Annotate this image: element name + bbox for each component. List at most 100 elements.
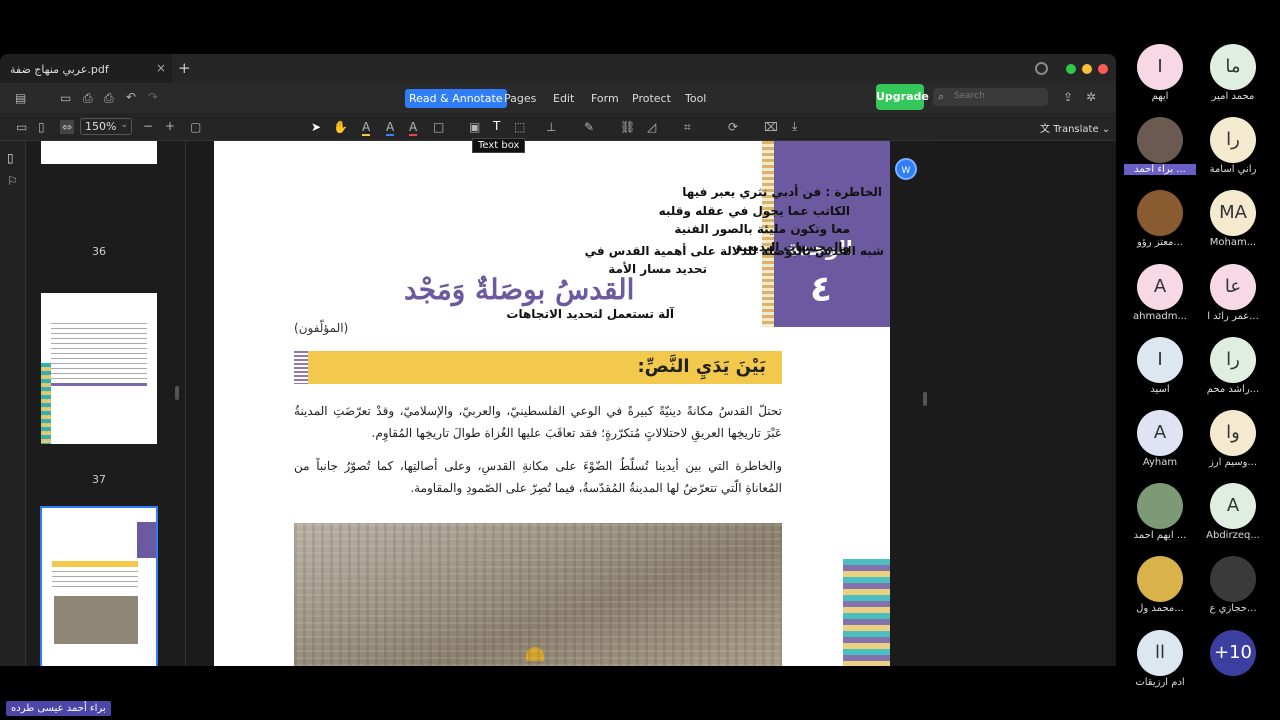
menu-form[interactable]: Form (587, 89, 623, 108)
section-banner: بَيْنَ يَدَيِ النَّصِّ: (308, 351, 782, 384)
participant-tile[interactable]: ايهم احمد ... (1124, 483, 1196, 555)
participant-name: Ayham (1142, 457, 1178, 468)
zoom-in-icon[interactable]: + (165, 119, 175, 133)
participant-tile[interactable]: +10 (1197, 629, 1269, 702)
stamp-icon[interactable]: ⊥ (546, 120, 556, 134)
print-setup-icon[interactable]: ⎙ (104, 91, 114, 105)
note-line-1: الخاطرة : فن أدبي نثري يعبر فيها (682, 185, 882, 199)
area-icon[interactable]: ⬚ (514, 120, 525, 134)
participant-tile[interactable]: عا عمر رائد ا... (1197, 263, 1269, 336)
search-input[interactable]: ⌕ Search (933, 88, 1048, 106)
close-tab-icon[interactable]: × (156, 61, 166, 75)
intro-paragraph-1: تحتلّ القدسُ مكانةً دينيّةً كبيرةً في ال… (294, 404, 782, 440)
participant-tile[interactable]: براء أحمد ... (1124, 117, 1196, 189)
jerusalem-photo (294, 523, 782, 666)
two-page-icon[interactable]: ▯ (38, 120, 45, 134)
single-page-icon[interactable]: ▭ (16, 120, 27, 134)
avatar: MA (1210, 190, 1256, 237)
pdf-app-window: عربي منهاج ضفة.pdf × + ▤ ▭ ⎙ ⎙ ↶ ↷ Read … (0, 54, 1116, 666)
thumbnail-scrollbar[interactable] (175, 386, 179, 400)
thumbnail-page-37[interactable] (41, 293, 157, 444)
link-icon[interactable]: ⛓ (620, 120, 635, 134)
measure-icon[interactable]: ◿ (647, 120, 656, 134)
participant-name: عمر رائد ا... (1207, 310, 1259, 322)
sidebar-toggle-icon[interactable]: ▤ (15, 91, 26, 105)
image-icon[interactable]: ▣ (469, 120, 480, 134)
text-box-icon[interactable]: T (493, 119, 500, 133)
thumbnails-icon[interactable]: ▯ (7, 151, 14, 165)
pdf-page: الوحدة ٤ الخاطرة : فن أدبي نثري يعبر فيه… (214, 141, 890, 666)
sync-icon[interactable] (1035, 62, 1048, 75)
text-box-tooltip: Text box (472, 138, 526, 153)
new-tab-button[interactable]: + (178, 59, 191, 77)
chevron-down-icon: ⌄ (120, 120, 128, 130)
menu-edit[interactable]: Edit (549, 89, 578, 108)
settings-icon[interactable]: ✲ (1086, 90, 1096, 104)
participant-tile[interactable]: A Abdirzeq... (1197, 483, 1269, 555)
highlight-icon[interactable]: A (362, 120, 371, 136)
participant-name: ايهم (1151, 91, 1169, 102)
close-window-button[interactable] (1098, 64, 1108, 74)
menu-protect[interactable]: Protect (628, 89, 675, 108)
download-icon[interactable]: ⤓ (792, 119, 797, 133)
participant-name: راني اسامة (1209, 164, 1257, 176)
menu-pages[interactable]: Pages (500, 89, 540, 108)
crop-icon[interactable]: ⌧ (764, 120, 778, 134)
participant-tile[interactable]: وا وسيم ارز... (1197, 410, 1269, 482)
thumbnail-page-36[interactable] (41, 141, 157, 164)
banner-pattern (294, 351, 308, 384)
participant-tile[interactable]: Aahmadm... (1124, 263, 1196, 336)
note-line-3: معا وتكون مليئة بالصور الفنية (674, 222, 850, 236)
select-cursor-icon[interactable]: ➤ (311, 120, 321, 134)
menu-read-annotate[interactable]: Read & Annotate (405, 89, 507, 108)
participant-tile[interactable]: حجازي ع... (1197, 556, 1269, 628)
participant-name: وسيم ارز... (1208, 457, 1258, 468)
thumbnail-page-38[interactable] (40, 506, 158, 666)
participant-tile[interactable]: را راشد محم... (1197, 336, 1269, 409)
avatar: را (1210, 336, 1256, 383)
participant-tile[interactable]: ما محمد امير (1197, 44, 1269, 116)
zoom-window-button[interactable] (1066, 64, 1076, 74)
undo-icon[interactable]: ↶ (126, 90, 136, 104)
redo-icon[interactable]: ↷ (148, 90, 158, 104)
document-tab[interactable]: عربي منهاج ضفة.pdf × (0, 54, 172, 83)
participant-tile[interactable]: معتز رؤو... (1124, 190, 1196, 262)
open-folder-icon[interactable]: ▭ (60, 91, 71, 105)
banner-heading: بَيْنَ يَدَيِ النَّصِّ: (637, 356, 766, 377)
shape-icon[interactable]: □ (433, 120, 444, 134)
translate-button[interactable]: 文 Translate ⌄ (1040, 120, 1110, 135)
zoom-out-icon[interactable]: − (143, 119, 153, 133)
signature-icon[interactable]: ✎ (584, 120, 594, 134)
participant-tile[interactable]: I اسيد (1124, 336, 1196, 409)
participant-tile[interactable]: محمد ول... (1124, 556, 1196, 628)
participant-tile[interactable]: را راني اسامة (1197, 117, 1269, 189)
participant-name: Moham... (1209, 237, 1257, 249)
main-toolbar: ▤ ▭ ⎙ ⎙ ↶ ↷ Read & Annotate Pages Edit F… (0, 83, 1116, 113)
menu-tool[interactable]: Tool (681, 89, 710, 108)
avatar: A (1137, 410, 1183, 456)
rotate-icon[interactable]: ⟳ (728, 120, 738, 134)
participant-tile[interactable]: A Ayham (1124, 410, 1196, 482)
participant-tile[interactable]: MA Moham... (1197, 190, 1269, 262)
participant-tile[interactable]: اا ادم ارزيقات (1124, 629, 1196, 702)
document-scrollbar[interactable] (923, 392, 927, 406)
minimize-window-button[interactable] (1082, 64, 1092, 74)
upgrade-button[interactable]: Upgrade (876, 84, 929, 110)
avatar: +10 (1210, 629, 1256, 676)
note-line-5: شبه القدس بالبوصلة للدلالة على أهمية الق… (584, 244, 884, 258)
share-icon[interactable]: ⇪ (1063, 90, 1073, 104)
zoom-select[interactable]: 150% ⌄ (80, 118, 132, 135)
print-icon[interactable]: ⎙ (83, 91, 93, 105)
avatar: ما (1210, 44, 1256, 90)
scan-icon[interactable]: ⌗ (684, 120, 691, 134)
fit-width-icon[interactable]: ⇔ (60, 120, 75, 134)
participant-tile[interactable]: I ايهم (1124, 44, 1196, 116)
document-viewer: الوحدة ٤ الخاطرة : فن أدبي نثري يعبر فيه… (186, 141, 1116, 666)
underline-icon[interactable]: A (386, 120, 395, 136)
bookmark-icon[interactable]: ⚐ (7, 174, 18, 188)
hand-tool-icon[interactable]: ✋ (333, 120, 348, 134)
tab-title: عربي منهاج ضفة.pdf (10, 63, 109, 76)
page-fit-icon[interactable]: ▢ (190, 120, 201, 134)
strikethrough-icon[interactable]: A (409, 120, 418, 136)
ai-assistant-badge[interactable]: W (895, 158, 917, 180)
